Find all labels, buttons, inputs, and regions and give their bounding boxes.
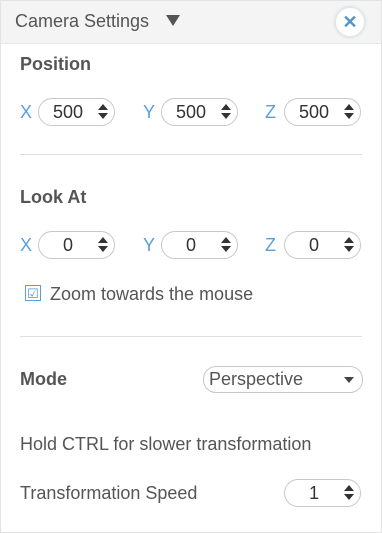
divider — [20, 336, 362, 337]
position-x-value[interactable]: 500 — [39, 99, 97, 125]
stepper-arrows-icon[interactable] — [221, 237, 231, 253]
mode-select[interactable]: Perspective — [203, 366, 363, 393]
mode-selected-value[interactable]: Perspective — [209, 367, 303, 392]
look-at-x-label: X — [20, 235, 33, 255]
mode-title: Mode — [20, 369, 67, 389]
stepper-arrows-icon[interactable] — [98, 237, 108, 253]
stepper-arrows-icon[interactable] — [344, 485, 354, 501]
hold-ctrl-hint: Hold CTRL for slower transformation — [20, 434, 312, 454]
look-at-x-value[interactable]: 0 — [39, 232, 97, 258]
position-y-label: Y — [143, 102, 156, 122]
position-z-stepper[interactable]: 500 — [284, 98, 361, 126]
look-at-y-stepper[interactable]: 0 — [161, 231, 238, 259]
panel-title: Camera Settings — [15, 11, 150, 31]
zoom-towards-mouse-label[interactable]: Zoom towards the mouse — [50, 284, 253, 305]
look-at-title: Look At — [20, 187, 87, 207]
transformation-speed-stepper[interactable]: 1 — [284, 479, 361, 507]
transformation-speed-label: Transformation Speed — [20, 483, 198, 503]
position-z-value[interactable]: 500 — [285, 99, 343, 125]
position-x-stepper[interactable]: 500 — [38, 98, 115, 126]
zoom-towards-mouse-checkbox[interactable]: ☑ — [25, 285, 41, 301]
position-x-label: X — [20, 102, 33, 122]
position-title: Position — [20, 54, 91, 74]
look-at-z-label: Z — [265, 235, 276, 255]
look-at-z-stepper[interactable]: 0 — [284, 231, 361, 259]
position-z-label: Z — [265, 102, 276, 122]
chevron-down-icon[interactable] — [344, 377, 354, 383]
divider — [20, 154, 362, 155]
transformation-speed-value[interactable]: 1 — [285, 480, 343, 506]
position-y-value[interactable]: 500 — [162, 99, 220, 125]
look-at-y-label: Y — [143, 235, 156, 255]
look-at-y-value[interactable]: 0 — [162, 232, 220, 258]
stepper-arrows-icon[interactable] — [221, 104, 231, 120]
look-at-x-stepper[interactable]: 0 — [38, 231, 115, 259]
stepper-arrows-icon[interactable] — [344, 237, 354, 253]
panel-header[interactable]: Camera Settings ✕ — [1, 1, 381, 44]
caret-down-icon[interactable] — [166, 15, 180, 26]
close-icon: ✕ — [342, 12, 358, 32]
close-button[interactable]: ✕ — [335, 7, 365, 37]
checkmark-icon: ☑ — [27, 286, 39, 301]
stepper-arrows-icon[interactable] — [344, 104, 354, 120]
camera-settings-panel: Camera Settings ✕ Position X 500 Y 500 Z… — [0, 0, 382, 533]
look-at-z-value[interactable]: 0 — [285, 232, 343, 258]
stepper-arrows-icon[interactable] — [98, 104, 108, 120]
position-y-stepper[interactable]: 500 — [161, 98, 238, 126]
